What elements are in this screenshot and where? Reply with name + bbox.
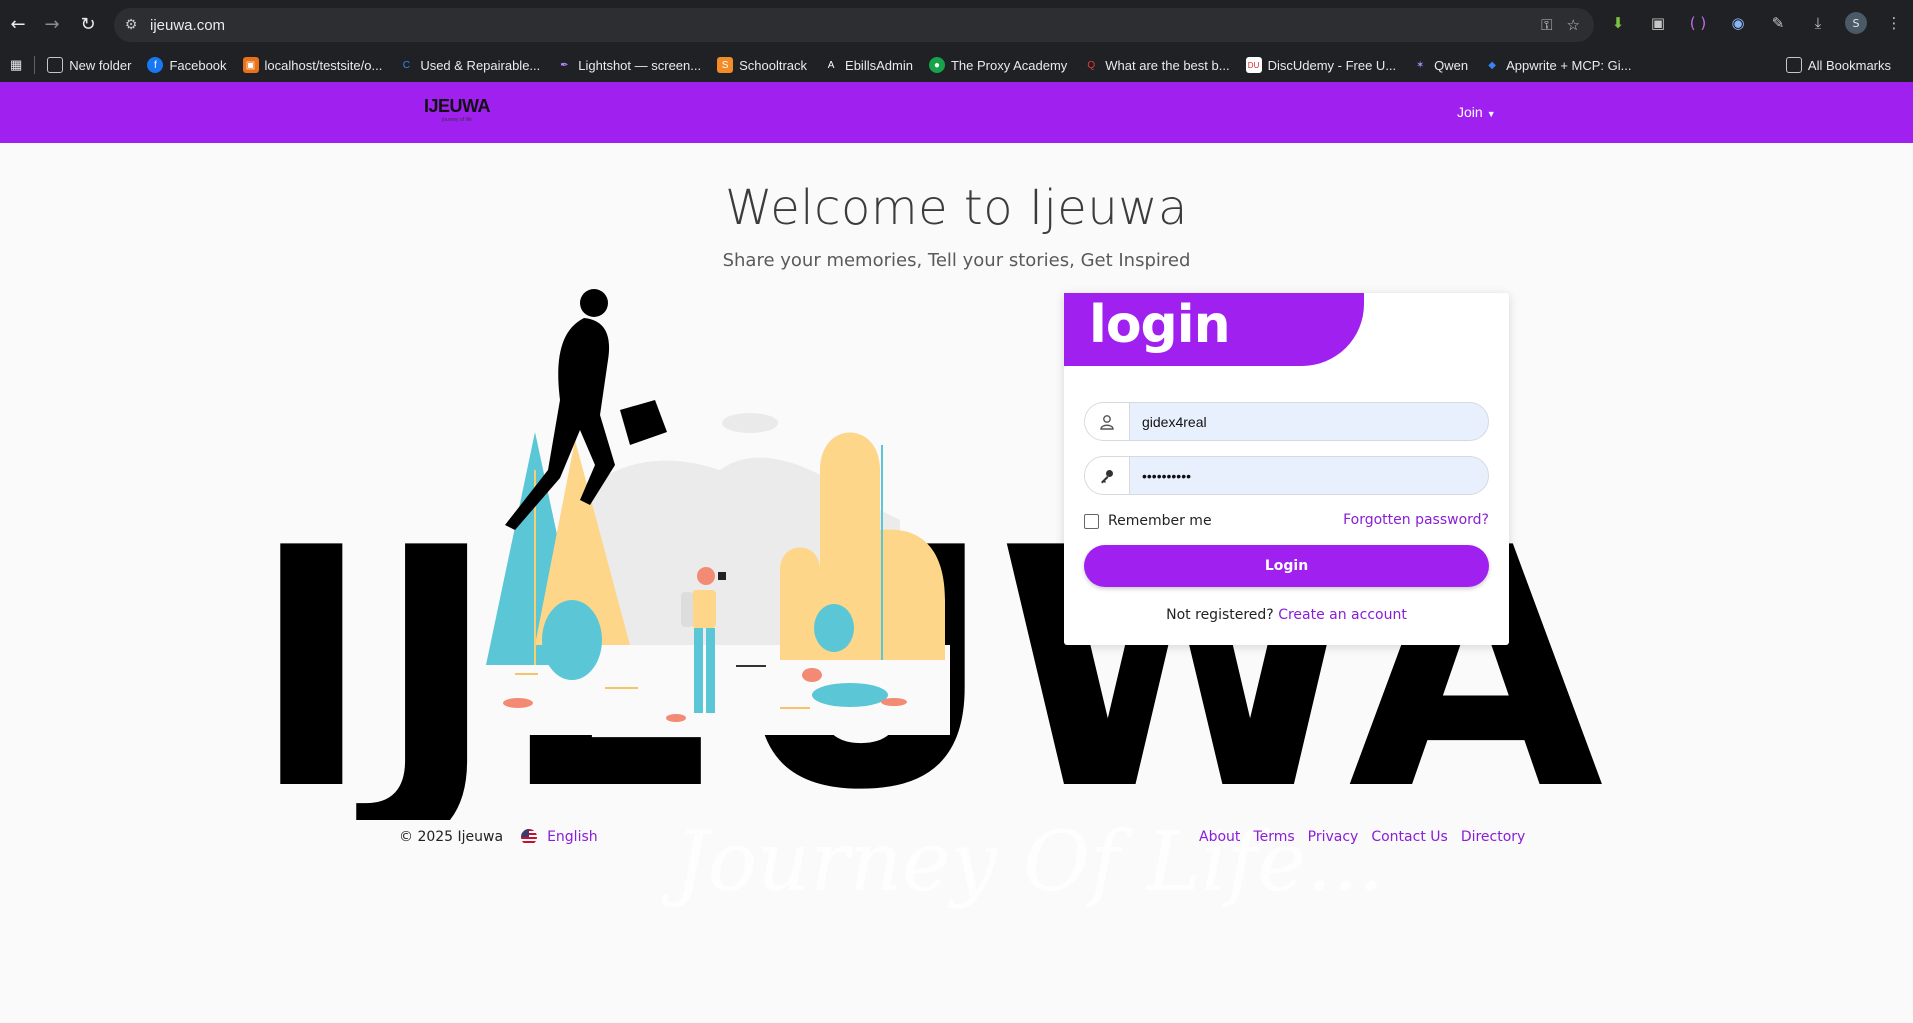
downloads-icon[interactable]: ⤓: [1805, 10, 1831, 36]
bookmark-item[interactable]: New folder: [39, 51, 139, 79]
qwen-icon: ✶: [1415, 59, 1425, 71]
bookmark-item[interactable]: A EbillsAdmin: [815, 51, 921, 79]
user-icon: [1085, 403, 1130, 440]
back-icon[interactable]: ←: [0, 6, 36, 42]
folder-icon: [1785, 57, 1802, 73]
password-input[interactable]: [1130, 457, 1488, 494]
reload-icon[interactable]: ↻: [70, 6, 106, 42]
url-text[interactable]: ijeuwa.com: [150, 17, 225, 34]
not-registered-text: Not registered?: [1166, 607, 1274, 623]
bookmark-item[interactable]: ✒ Lightshot — screen...: [548, 51, 709, 79]
forgot-password-link[interactable]: Forgotten password?: [1343, 512, 1489, 528]
footer-link-directory[interactable]: Directory: [1461, 829, 1526, 845]
password-field: [1084, 456, 1489, 495]
menu-kebab-icon[interactable]: ⋮: [1881, 10, 1907, 36]
join-dropdown[interactable]: Join ▼: [1457, 104, 1496, 120]
username-field: [1084, 402, 1489, 441]
quora-icon: Q: [1087, 59, 1096, 71]
login-heading: login: [1089, 295, 1231, 355]
bookmark-item[interactable]: DU DiscUdemy - Free U...: [1238, 51, 1405, 79]
key-icon: [1085, 457, 1130, 494]
footer-left: © 2025 Ijeuwa English: [399, 829, 598, 845]
screenshot-extension-icon[interactable]: ◉: [1725, 10, 1751, 36]
create-account-link[interactable]: Create an account: [1278, 607, 1407, 623]
bookmark-item[interactable]: S Schooltrack: [709, 51, 815, 79]
bookmark-item[interactable]: ✶ Qwen: [1404, 51, 1476, 79]
bookmark-label: Schooltrack: [739, 57, 808, 73]
logo-subtext: journey of life: [442, 117, 472, 123]
language-label: English: [547, 829, 598, 845]
bookmark-item[interactable]: ◆ Appwrite + MCP: Gi...: [1476, 51, 1639, 79]
us-flag-icon: [521, 829, 538, 845]
remember-label: Remember me: [1108, 513, 1212, 529]
bookmark-label: What are the best b...: [1105, 57, 1230, 73]
all-bookmarks[interactable]: All Bookmarks: [1778, 51, 1899, 79]
caret-down-icon: ▼: [1486, 109, 1496, 119]
download-extension-icon[interactable]: ⬇: [1605, 10, 1631, 36]
bookmark-label: Used & Repairable...: [420, 57, 541, 73]
footer-link-contact[interactable]: Contact Us: [1371, 829, 1447, 845]
bookmarks-divider: [34, 56, 36, 74]
ebills-icon: A: [827, 59, 835, 71]
lightshot-icon: ✒: [560, 59, 569, 71]
bookmark-label: Lightshot — screen...: [578, 57, 702, 73]
folder-icon: [47, 57, 64, 73]
bookmark-item[interactable]: f Facebook: [139, 51, 234, 79]
facebook-icon: f: [147, 57, 164, 73]
bookmark-label: The Proxy Academy: [950, 57, 1068, 73]
bookmark-label: EbillsAdmin: [845, 57, 913, 73]
login-heading-tab: login: [1064, 293, 1364, 366]
bookmark-label: Qwen: [1434, 57, 1469, 73]
site-info-icon[interactable]: ⚙: [114, 8, 148, 42]
extension-brackets-icon[interactable]: ( ): [1685, 10, 1711, 36]
bookmark-item[interactable]: ● The Proxy Academy: [921, 51, 1075, 79]
login-button[interactable]: Login: [1084, 545, 1489, 587]
used-repairable-icon: C: [402, 59, 410, 71]
footer-link-about[interactable]: About: [1199, 829, 1240, 845]
bookmark-label: Appwrite + MCP: Gi...: [1506, 57, 1632, 73]
footer-link-terms[interactable]: Terms: [1253, 829, 1294, 845]
logo-text: IJEUWA: [424, 96, 491, 116]
extension-icon[interactable]: ▣: [1645, 10, 1671, 36]
apps-grid-icon[interactable]: ▦: [0, 51, 30, 79]
bookmark-item[interactable]: Q What are the best b...: [1075, 51, 1237, 79]
bookmark-label: localhost/testsite/o...: [264, 57, 383, 73]
page-title: Welcome to Ijeuwa: [725, 180, 1188, 236]
join-label: Join: [1457, 104, 1483, 120]
copyright-text: © 2025 Ijeuwa: [399, 829, 504, 845]
site-navbar: IJEUWA journey of life Join ▼: [0, 82, 1913, 143]
password-key-icon[interactable]: ⚿: [1541, 16, 1552, 34]
browser-toolbar: ← → ↻ ⚙ ijeuwa.com ⚿ ☆ ⬇ ▣ ( ) ◉ ✎ ⤓ S ⋮: [0, 0, 1913, 48]
register-prompt: Not registered? Create an account: [1064, 607, 1509, 623]
footer-link-privacy[interactable]: Privacy: [1308, 829, 1359, 845]
address-bar[interactable]: ⚙ ijeuwa.com ⚿ ☆: [114, 8, 1594, 42]
localhost-icon: ▣: [242, 57, 259, 73]
profile-avatar[interactable]: S: [1845, 12, 1867, 34]
language-selector[interactable]: English: [521, 829, 598, 845]
bookmark-label: New folder: [69, 57, 132, 73]
bookmark-item[interactable]: ▣ localhost/testsite/o...: [235, 51, 391, 79]
login-card: login Remember me Forgotten password? Lo…: [1064, 293, 1509, 645]
remember-me[interactable]: Remember me: [1084, 513, 1212, 529]
bookmark-label: Facebook: [169, 57, 227, 73]
appwrite-icon: ◆: [1488, 59, 1496, 71]
remember-checkbox[interactable]: [1084, 513, 1099, 529]
extensions-puzzle-icon[interactable]: ✎: [1765, 10, 1791, 36]
discudemy-icon: DU: [1245, 57, 1262, 73]
page-subtitle: Share your memories, Tell your stories, …: [722, 250, 1191, 271]
footer-links: About Terms Privacy Contact Us Directory: [1199, 829, 1525, 845]
site-logo[interactable]: IJEUWA journey of life: [424, 96, 491, 123]
bookmarks-bar: ▦ New folder f Facebook ▣ localhost/testsi…: [0, 48, 1913, 82]
username-input[interactable]: [1130, 403, 1488, 440]
proxy-academy-icon: ●: [928, 57, 945, 73]
bookmark-item[interactable]: C Used & Repairable...: [390, 51, 548, 79]
bookmark-label: DiscUdemy - Free U...: [1267, 57, 1397, 73]
all-bookmarks-label: All Bookmarks: [1807, 57, 1891, 73]
bookmark-star-icon[interactable]: ☆: [1567, 16, 1580, 34]
schooltrack-icon: S: [717, 57, 734, 73]
forward-icon[interactable]: →: [34, 6, 70, 42]
